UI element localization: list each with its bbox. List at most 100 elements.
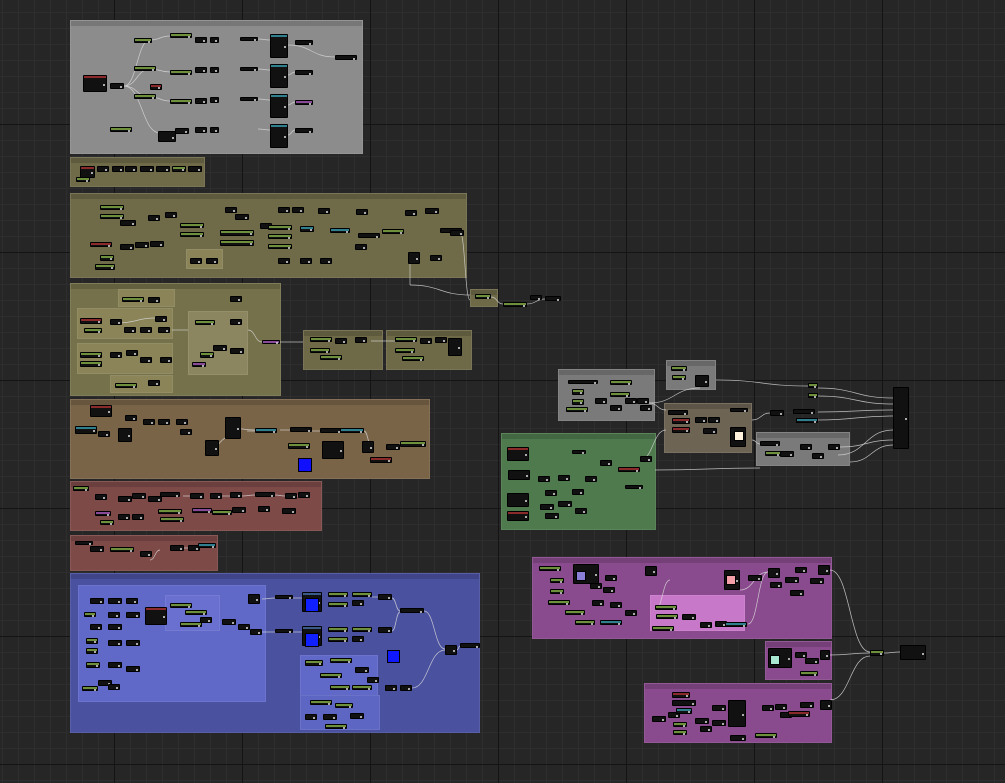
output-pin[interactable]	[196, 548, 198, 550]
output-pin[interactable]	[776, 443, 778, 446]
output-pin[interactable]	[790, 454, 792, 456]
output-pin[interactable]	[618, 605, 620, 607]
math-node[interactable]	[367, 677, 379, 683]
scalar-node[interactable]	[150, 84, 162, 90]
output-pin[interactable]	[580, 402, 582, 404]
math-node[interactable]	[378, 594, 392, 600]
output-pin[interactable]	[140, 299, 142, 302]
output-pin[interactable]	[388, 460, 390, 462]
parameter-node[interactable]	[160, 517, 184, 522]
math-node[interactable]	[170, 545, 184, 551]
math-node[interactable]	[637, 398, 649, 404]
math-node[interactable]	[585, 476, 597, 482]
output-pin[interactable]	[92, 614, 94, 617]
output-pin[interactable]	[525, 500, 527, 502]
output-pin[interactable]	[288, 227, 290, 230]
output-pin[interactable]	[276, 342, 278, 344]
math-node[interactable]	[703, 428, 717, 434]
output-pin[interactable]	[626, 394, 628, 397]
output-pin[interactable]	[814, 673, 816, 676]
output-pin[interactable]	[560, 580, 562, 583]
output-pin[interactable]	[795, 580, 797, 582]
output-pin[interactable]	[133, 418, 135, 420]
math-node[interactable]	[610, 602, 622, 608]
parameter-node[interactable]	[548, 600, 570, 605]
math-node[interactable]	[820, 700, 832, 710]
output-pin[interactable]	[376, 235, 378, 238]
output-pin[interactable]	[198, 261, 200, 263]
output-pin[interactable]	[120, 86, 122, 88]
parameter-node[interactable]	[652, 626, 674, 631]
output-pin[interactable]	[820, 581, 822, 583]
output-pin[interactable]	[208, 510, 210, 513]
output-pin[interactable]	[107, 513, 109, 516]
math-node[interactable]	[695, 718, 709, 724]
output-pin[interactable]	[309, 42, 311, 45]
output-pin[interactable]	[684, 412, 686, 415]
output-pin[interactable]	[603, 401, 605, 403]
math-node[interactable]	[160, 492, 180, 497]
output-pin[interactable]	[172, 136, 174, 139]
output-pin[interactable]	[118, 627, 120, 629]
output-pin[interactable]	[309, 72, 311, 75]
output-pin[interactable]	[566, 478, 568, 480]
output-pin[interactable]	[152, 96, 154, 99]
output-pin[interactable]	[178, 511, 180, 514]
math-node[interactable]	[140, 551, 152, 557]
output-pin[interactable]	[598, 586, 600, 588]
output-pin[interactable]	[148, 554, 150, 556]
output-pin[interactable]	[806, 714, 808, 716]
math-node[interactable]	[800, 702, 814, 708]
comment-box-title[interactable]	[71, 536, 217, 541]
math-node[interactable]	[355, 244, 367, 250]
output-pin[interactable]	[688, 711, 690, 713]
math-node[interactable]	[195, 127, 207, 133]
output-pin[interactable]	[826, 655, 828, 657]
output-pin[interactable]	[103, 83, 105, 86]
texture-sample-node[interactable]	[75, 426, 97, 434]
math-node[interactable]	[275, 595, 293, 599]
math-node[interactable]	[793, 409, 815, 414]
math-node[interactable]	[420, 338, 432, 344]
math-node[interactable]	[400, 608, 424, 613]
math-node[interactable]	[125, 166, 137, 172]
output-pin[interactable]	[132, 330, 134, 332]
output-pin[interactable]	[203, 70, 205, 72]
texture-sample-node[interactable]	[270, 34, 288, 58]
output-pin[interactable]	[344, 639, 346, 642]
texture-sample-node[interactable]	[676, 708, 692, 714]
output-pin[interactable]	[703, 420, 705, 422]
output-pin[interactable]	[413, 339, 415, 342]
parameter-node[interactable]	[170, 33, 192, 38]
math-node[interactable]	[770, 582, 782, 588]
output-pin[interactable]	[180, 519, 182, 522]
output-pin[interactable]	[422, 444, 424, 446]
output-pin[interactable]	[188, 72, 190, 75]
math-node[interactable]	[386, 444, 400, 450]
output-pin[interactable]	[211, 322, 213, 325]
parameter-node[interactable]	[672, 375, 686, 380]
output-pin[interactable]	[648, 408, 650, 410]
math-node[interactable]	[108, 598, 122, 604]
math-node[interactable]	[335, 338, 347, 344]
output-pin[interactable]	[250, 233, 252, 235]
output-pin[interactable]	[788, 658, 790, 660]
math-node[interactable]	[282, 508, 296, 514]
output-pin[interactable]	[525, 454, 527, 456]
parameter-node[interactable]	[328, 602, 348, 607]
output-pin[interactable]	[538, 297, 540, 300]
output-pin[interactable]	[108, 411, 110, 413]
parameter-node[interactable]	[84, 612, 96, 617]
output-pin[interactable]	[208, 620, 210, 622]
parameter-node[interactable]	[352, 627, 372, 632]
parameter-node[interactable]	[82, 686, 98, 691]
output-pin[interactable]	[584, 409, 586, 412]
scalar-node[interactable]	[788, 711, 810, 717]
output-pin[interactable]	[238, 322, 240, 324]
math-node[interactable]	[108, 684, 120, 690]
output-pin[interactable]	[91, 172, 93, 174]
math-node[interactable]	[800, 444, 812, 450]
parameter-node[interactable]	[395, 348, 415, 353]
output-pin[interactable]	[814, 395, 816, 398]
output-pin[interactable]	[922, 652, 924, 655]
